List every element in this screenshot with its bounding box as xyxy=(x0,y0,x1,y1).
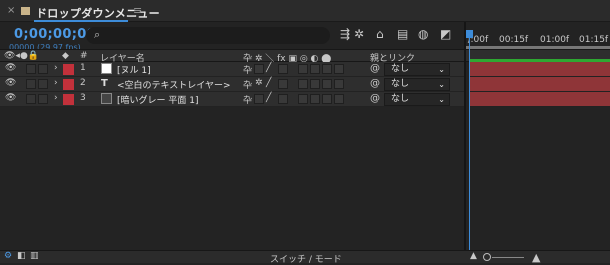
layer-search-input[interactable]: ⌕ xyxy=(86,27,330,44)
playhead-line[interactable] xyxy=(469,30,470,250)
current-time-display[interactable]: 0;00;00;00 xyxy=(14,27,96,42)
parent-dropdown[interactable]: なし ⌄ xyxy=(384,63,450,76)
toggle-switches-modes[interactable]: スイッチ / モード xyxy=(270,252,342,265)
twirl-arrow-icon[interactable]: › xyxy=(54,78,58,88)
collapse-switch-icon[interactable]: ✲ xyxy=(255,78,263,88)
layer-row[interactable]: 👁 › 2 T <空白のテキストレイヤー> 卆 ✲ ╱ @ なし ⌄ xyxy=(0,77,466,92)
effect-switch[interactable] xyxy=(278,79,288,89)
zoom-slider-knob[interactable] xyxy=(483,253,491,261)
parent-dropdown-value: なし xyxy=(391,64,410,74)
shy-switch-icon[interactable]: 卆 xyxy=(243,63,252,76)
quality-switch-icon[interactable]: ╱ xyxy=(266,78,271,88)
twirl-arrow-icon[interactable]: › xyxy=(54,63,58,73)
text-layer-icon: T xyxy=(101,78,108,89)
av-features-icons[interactable]: 👁◂●🔒 xyxy=(4,51,39,61)
ruler-tick-label: 00:15f xyxy=(499,35,529,45)
label-color-swatch[interactable] xyxy=(63,64,74,75)
zoom-in-icon[interactable]: ▲ xyxy=(532,251,540,264)
twirl-arrow-icon[interactable]: › xyxy=(54,93,58,103)
chevron-down-icon: ⌄ xyxy=(438,95,445,104)
shy-switch-icon[interactable]: 卆 xyxy=(243,93,252,106)
effect-switch[interactable] xyxy=(278,94,288,104)
panel-menu-icon[interactable]: ≡ xyxy=(133,4,142,17)
motion-blur-switch[interactable] xyxy=(310,64,320,74)
chevron-down-icon: ⌄ xyxy=(438,80,445,89)
comp-settings-icon[interactable]: ⚙ xyxy=(4,251,12,261)
search-icon: ⌕ xyxy=(94,28,101,41)
layer-row[interactable]: 👁 › 3 [暗いグレー 平面 1] 卆 ╱ @ なし ⌄ xyxy=(0,92,466,107)
lock-toggle[interactable] xyxy=(38,64,48,74)
draft-3d-icon[interactable]: ✲ xyxy=(354,27,364,43)
visibility-eye-icon[interactable]: 👁 xyxy=(5,78,16,88)
column-header: 👁◂●🔒 ◆ # レイヤー名 卆 ✲ ＼ fx ▣ ◎ ◐ ⬤ 親とリンク xyxy=(0,49,466,64)
collapse-switch[interactable] xyxy=(254,64,264,74)
layer-name[interactable]: [暗いグレー 平面 1] xyxy=(117,93,198,106)
adjustment-switch[interactable] xyxy=(322,79,332,89)
solo-toggle[interactable] xyxy=(26,94,36,104)
collapse-switch[interactable] xyxy=(254,94,264,104)
parent-dropdown-value: なし xyxy=(391,79,410,89)
motion-blur-icon[interactable]: ◍ xyxy=(418,27,428,43)
null-layer-icon xyxy=(101,63,112,74)
adjustment-switch[interactable] xyxy=(322,94,332,104)
visibility-eye-icon[interactable]: 👁 xyxy=(5,93,16,103)
3d-layer-switch[interactable] xyxy=(334,64,344,74)
shy-switch-icon[interactable]: 卆 xyxy=(243,78,252,91)
frame-blend-switch[interactable] xyxy=(298,94,308,104)
pickwhip-icon[interactable]: @ xyxy=(370,78,380,89)
layer-switches-icon[interactable]: ◧ xyxy=(17,251,26,261)
parent-dropdown[interactable]: なし ⌄ xyxy=(384,78,450,91)
close-tab-icon[interactable]: × xyxy=(7,5,15,16)
in-out-panel-icon[interactable]: ▥ xyxy=(30,251,39,261)
frame-blend-switch[interactable] xyxy=(298,79,308,89)
effect-switch[interactable] xyxy=(278,64,288,74)
layer-number: 3 xyxy=(80,93,86,103)
bottom-toolbar: ⚙ ◧ ▥ スイッチ / モード ▲ ▲ xyxy=(0,250,610,265)
zoom-slider-track[interactable] xyxy=(492,257,524,258)
layer-duration-bar[interactable] xyxy=(470,77,610,92)
motion-blur-switch[interactable] xyxy=(310,79,320,89)
comp-flowchart-icon[interactable]: ⇶ xyxy=(340,27,350,43)
solo-toggle[interactable] xyxy=(26,79,36,89)
layer-row[interactable]: 👁 › 1 [ヌル 1] 卆 ╱ @ なし ⌄ xyxy=(0,62,466,77)
label-column-icon[interactable]: ◆ xyxy=(62,51,69,61)
solo-toggle[interactable] xyxy=(26,64,36,74)
parent-dropdown-value: なし xyxy=(391,94,410,104)
label-color-swatch[interactable] xyxy=(63,94,74,105)
ruler-tick-label: 01:00f xyxy=(540,35,570,45)
solid-layer-icon xyxy=(101,93,112,104)
ruler-tick-label: 01:15f xyxy=(579,35,609,45)
parent-dropdown[interactable]: なし ⌄ xyxy=(384,93,450,106)
panel-tab-bar: × ドロップダウンメニュー ≡ xyxy=(0,0,610,22)
layer-name[interactable]: <空白のテキストレイヤー> xyxy=(117,78,231,91)
zoom-out-icon[interactable]: ▲ xyxy=(470,251,477,261)
composition-swatch-icon xyxy=(21,7,30,15)
adjustment-switch[interactable] xyxy=(322,64,332,74)
lock-toggle[interactable] xyxy=(38,79,48,89)
lock-toggle[interactable] xyxy=(38,94,48,104)
chevron-down-icon: ⌄ xyxy=(438,65,445,74)
layer-number: 1 xyxy=(80,63,86,73)
3d-layer-switch[interactable] xyxy=(334,94,344,104)
layer-duration-bar[interactable] xyxy=(470,92,610,107)
layer-number: 2 xyxy=(80,78,86,88)
motion-blur-switch[interactable] xyxy=(310,94,320,104)
frame-blend-switch[interactable] xyxy=(298,64,308,74)
layer-name[interactable]: [ヌル 1] xyxy=(117,63,151,76)
shy-layers-icon[interactable]: ⌂ xyxy=(376,27,384,43)
number-column-header[interactable]: # xyxy=(80,51,88,61)
playhead-handle[interactable] xyxy=(466,30,473,38)
label-color-swatch[interactable] xyxy=(63,79,74,90)
quality-switch-icon[interactable]: ╱ xyxy=(266,63,271,73)
layer-duration-bar[interactable] xyxy=(470,62,610,77)
3d-layer-switch[interactable] xyxy=(334,79,344,89)
graph-editor-icon[interactable]: ◩ xyxy=(440,27,451,43)
visibility-eye-icon[interactable]: 👁 xyxy=(5,63,16,73)
pickwhip-icon[interactable]: @ xyxy=(370,93,380,104)
panel-divider[interactable] xyxy=(464,22,466,250)
pickwhip-icon[interactable]: @ xyxy=(370,63,380,74)
quality-switch-icon[interactable]: ╱ xyxy=(266,93,271,103)
frame-blending-icon[interactable]: ▤ xyxy=(397,27,408,43)
time-ruler[interactable]: ):00f 00:15f 01:00f 01:15f xyxy=(466,26,610,46)
